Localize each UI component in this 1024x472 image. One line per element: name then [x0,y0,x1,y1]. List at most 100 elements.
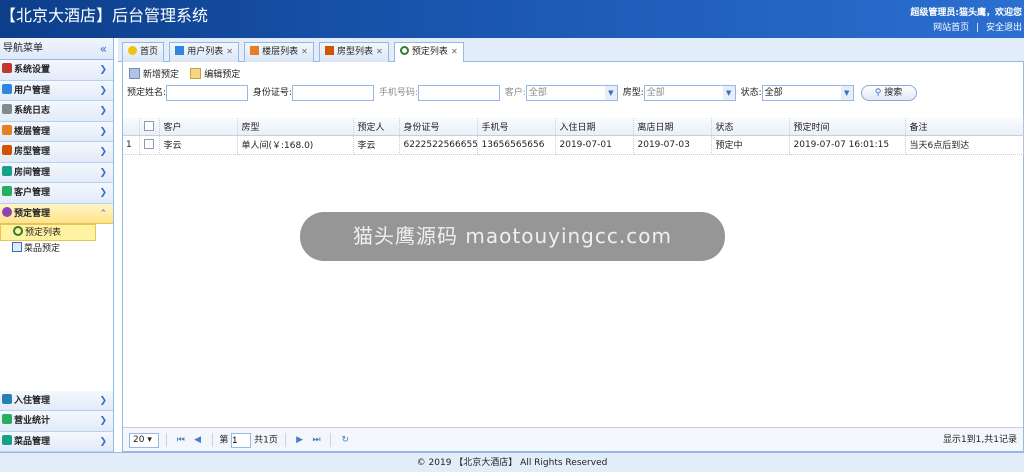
nav-item-label: 房间管理 [14,167,51,178]
table-cell: 李云 [353,135,400,155]
column-header[interactable]: 预定时间 [789,118,906,136]
nav-item-system-log[interactable]: 系统日志 ❯ [0,101,113,122]
idcard-input[interactable] [291,84,374,101]
house-icon [325,46,335,55]
status-select[interactable]: 全部 ▼ [761,84,854,101]
tab-reservation-list[interactable]: 预定列表 ✕ [393,42,464,63]
close-icon[interactable]: ✕ [301,47,308,56]
first-page-icon[interactable]: ⏮ [174,428,188,452]
nav-item-label: 营业统计 [14,416,51,426]
clock-icon [2,206,12,217]
edit-reservation-button[interactable]: 编辑预定 [190,67,240,80]
status-select-value: 全部 [764,87,783,98]
chevron-down-icon: ❯ [99,436,107,447]
nav-item-customer-management[interactable]: 客户管理 ❯ [0,183,113,204]
pager-info: 显示1到1,共1记录 [942,435,1017,445]
tab-label: 楼层列表 [262,47,299,57]
users-icon [2,83,12,94]
table-cell: 2019-07-07 16:01:15 [789,135,906,155]
column-header[interactable]: 预定人 [353,118,400,136]
toolbar: 新增预定 编辑预定 [123,62,1023,84]
log-icon [2,104,12,114]
collapse-sidebar-icon[interactable]: « [100,38,107,60]
chevron-down-icon: ❯ [99,167,107,178]
bulb-icon [128,46,137,55]
select-all-checkbox[interactable] [143,121,154,131]
nav-item-floor-management[interactable]: 楼层管理 ❯ [0,121,113,142]
roomtype-select[interactable]: 全部 ▼ [643,84,736,101]
customer-select[interactable]: 全部 ▼ [525,84,618,101]
watermark-banner: 猫头鹰源码 maotouyingcc.com [300,212,725,261]
logout-link[interactable]: 安全退出 [986,23,1022,33]
chevron-down-icon: ❯ [99,416,107,426]
nav-item-room-management[interactable]: 房间管理 ❯ [0,162,113,183]
checkin-icon [2,393,12,404]
page-number-input[interactable] [231,432,252,448]
tab-roomtype-list[interactable]: 房型列表 ✕ [319,42,389,62]
tab-label: 房型列表 [337,47,374,57]
chevron-down-icon: ▼ [840,85,853,100]
add-icon [129,68,140,79]
nav-item-label: 预定管理 [14,208,51,219]
page-size-select[interactable]: 20 ▾ [129,432,159,448]
column-header[interactable]: 房型 [237,118,354,136]
reservation-table: 客户 房型 预定人 身份证号 手机号 入住日期 离店日期 状态 预定时间 备注 [123,118,1024,155]
close-icon[interactable]: ✕ [226,47,233,56]
home-link[interactable]: 网站首页 [933,23,969,33]
subnav-reservation-list[interactable]: 预定列表 [0,224,96,241]
row-checkbox[interactable] [143,139,154,150]
search-button[interactable]: ⚲ 搜索 [860,84,917,101]
last-page-icon[interactable]: ⏭ [310,428,324,452]
table-row[interactable]: 1 李云 单人间(￥:168.0) 李云 622252256665523 136… [123,135,1024,155]
table-cell: 单人间(￥:168.0) [237,135,354,155]
tab-user-list[interactable]: 用户列表 ✕ [169,42,239,62]
yen-icon [2,414,12,424]
column-header[interactable]: 离店日期 [633,118,712,136]
user-greeting: 超级管理员:猫头鹰，欢迎您 [910,8,1022,18]
table-cell: 李云 [159,135,238,155]
close-icon[interactable]: ✕ [451,47,458,56]
column-header[interactable]: 备注 [905,118,1024,136]
pagination-bar: 20 ▾ ⏮ ◀ 第 共1页 ▶ ⏭ ↻ 显示1到1,共1记录 [123,427,1023,451]
tab-home[interactable]: 首页 [122,42,165,62]
column-header[interactable]: 入住日期 [555,118,634,136]
header-links: 网站首页 | 安全退出 [933,20,1022,33]
chevron-down-icon: ❯ [99,126,107,137]
edit-reservation-label: 编辑预定 [204,70,241,80]
phone-input[interactable] [417,84,500,101]
chevron-down-icon: ❯ [99,65,107,75]
column-header[interactable]: 身份证号 [399,118,478,136]
next-page-icon[interactable]: ▶ [293,428,307,452]
nav-item-user-management[interactable]: 用户管理 ❯ [0,80,113,101]
refresh-icon[interactable]: ↻ [338,428,352,452]
prev-page-icon[interactable]: ◀ [191,428,205,452]
close-icon[interactable]: ✕ [376,47,383,56]
building-icon [2,124,12,135]
column-header[interactable]: 状态 [711,118,790,136]
tab-floor-list[interactable]: 楼层列表 ✕ [244,42,314,62]
nav-item-checkin-management[interactable]: 入住管理 ❯ [0,390,113,411]
pager-separator [165,433,167,447]
table-cell: 13656565656 [477,135,556,155]
search-button-label: 搜索 [884,87,903,98]
table-cell: 2019-07-03 [633,135,712,155]
nav-item-roomtype-management[interactable]: 房型管理 ❯ [0,142,113,163]
chevron-up-icon: ⌃ [99,208,107,219]
search-icon: ⚲ [874,87,882,98]
app-title: 【北京大酒店】后台管理系统 [0,6,209,25]
subnav-dish-reservation[interactable]: 菜品预定 [0,241,113,258]
nav-item-system-settings[interactable]: 系统设置 ❯ [0,60,113,81]
column-header[interactable]: 客户 [159,118,238,136]
tab-bar: 首页 用户列表 ✕ 楼层列表 ✕ 房型列表 ✕ 预定列表 ✕ [118,38,1024,63]
nav-item-business-stats[interactable]: 营业统计 ❯ [0,411,113,432]
nav-item-dish-management[interactable]: 菜品管理 ❯ [0,431,113,452]
nav-item-label: 系统设置 [14,65,51,75]
nav-item-reservation-management[interactable]: 预定管理 ⌃ [0,203,113,224]
link-separator: | [976,23,980,33]
tab-label: 用户列表 [187,47,224,57]
add-reservation-button[interactable]: 新增预定 [129,67,179,80]
chevron-down-icon: ❯ [99,147,107,157]
subnav-label: 菜品预定 [24,244,61,254]
name-input[interactable] [166,84,249,101]
column-header[interactable]: 手机号 [477,118,556,136]
